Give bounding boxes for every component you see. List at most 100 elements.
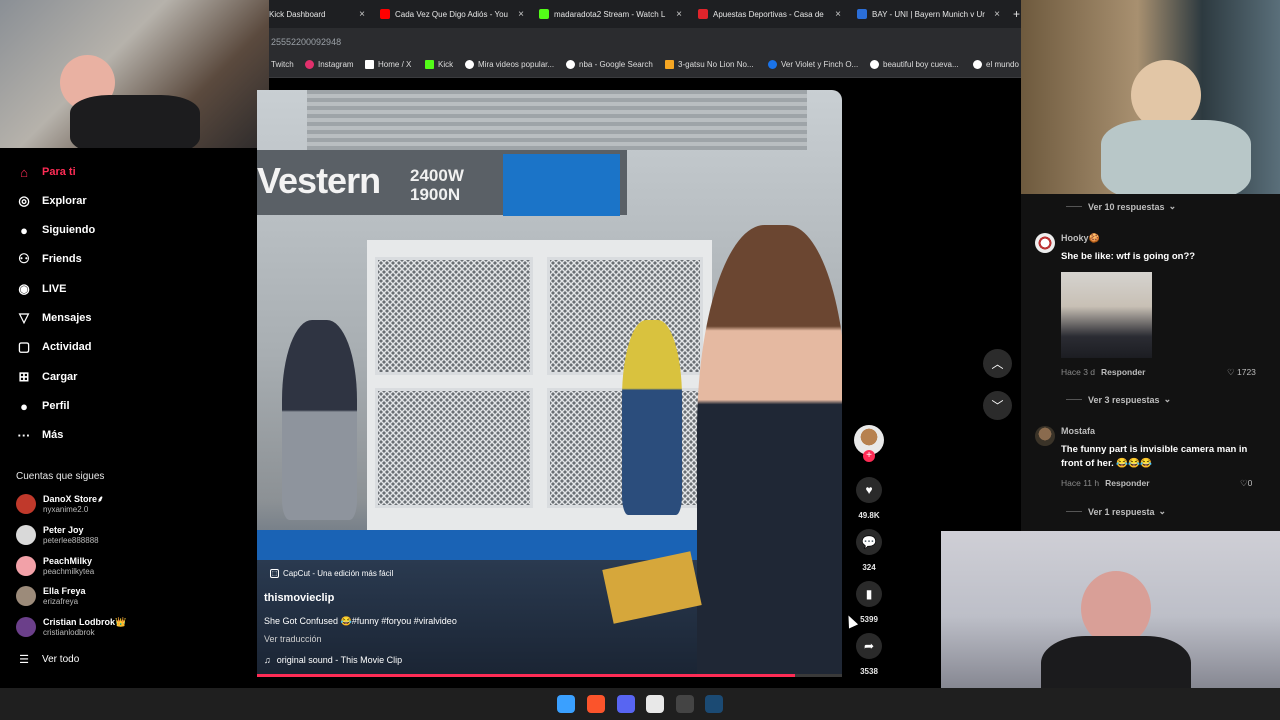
new-tab-button[interactable]: + (1013, 0, 1023, 28)
reply-button[interactable]: Responder (1101, 367, 1145, 377)
following-account[interactable]: DanoX Store⸙ nyxanime2.0 (16, 494, 104, 514)
tab-label: Cada Vez Que Digo Adiós - You (395, 9, 508, 19)
sidebar-item-más[interactable]: ··· Más (15, 426, 64, 444)
x-logo-icon (365, 60, 374, 69)
tiktok-icon (465, 60, 474, 69)
bookmark-x[interactable]: Home / X (365, 60, 411, 69)
chevron-down-icon: ⌄ (1163, 394, 1172, 404)
pig-mask-figure (1081, 571, 1151, 646)
chrome-icon[interactable] (646, 695, 664, 713)
share-button[interactable]: ➦ (856, 633, 882, 659)
bookmark-violet-finch[interactable]: Ver Violet y Finch O... (768, 60, 858, 69)
address-bar[interactable]: 25552200092948 (269, 28, 1021, 56)
chevron-down-icon: ⌄ (1168, 201, 1177, 211)
streamer-body (1101, 120, 1251, 194)
sidebar-item-siguiendo[interactable]: ● Siguiendo (15, 221, 95, 239)
next-video-button[interactable]: ﹀ (983, 391, 1012, 420)
video-description: She Got Confused 😂#funny #foryou #viralv… (264, 616, 457, 626)
video-progress-bar[interactable] (257, 674, 842, 677)
like-button[interactable]: ♥ (856, 477, 882, 503)
browser-tab[interactable]: Cada Vez Que Digo Adiós - You × (380, 0, 524, 28)
capcut-badge[interactable]: ⬚ CapCut - Una edición más fácil (270, 569, 393, 578)
bookmark-kick[interactable]: Kick (425, 60, 453, 69)
avatar (16, 617, 36, 637)
sidebar-item-cargar[interactable]: ⊞ Cargar (15, 368, 78, 386)
share-count: 3538 (860, 667, 878, 676)
follow-plus-button[interactable]: + (863, 450, 875, 462)
bookmark-tiktok[interactable]: Mira videos popular... (465, 60, 554, 69)
comment-button[interactable]: 💬 (856, 529, 882, 555)
following-account[interactable]: Ella Freya erizafreya (16, 586, 86, 606)
sidebar-item-para-ti[interactable]: ⌂ Para ti (15, 163, 76, 181)
close-icon[interactable]: × (994, 9, 1000, 20)
tab-label: madaradota2 Stream - Watch L (554, 9, 666, 19)
brave-icon[interactable] (587, 695, 605, 713)
bookmark-el-mundo[interactable]: el mundo (973, 60, 1019, 69)
steam-icon[interactable] (705, 695, 723, 713)
sidebar-item-mensajes[interactable]: ▽ Mensajes (15, 309, 92, 327)
comment-like-button[interactable]: ♡0 (1240, 478, 1252, 489)
discord-icon[interactable] (617, 695, 635, 713)
sound-link[interactable]: ♫ original sound - This Movie Clip (264, 655, 402, 665)
heart-icon: ♥ (865, 483, 873, 497)
bookmark-3-gatsu[interactable]: 3-gatsu No Lion No... (665, 60, 754, 69)
comment-username[interactable]: Hooky🍪 (1061, 233, 1100, 244)
following-account[interactable]: Cristian Lodbrok👑 cristianlodbrok (16, 617, 126, 637)
translate-link[interactable]: Ver traducción (264, 634, 322, 644)
windows-taskbar (0, 688, 1280, 720)
grate-panel (375, 257, 533, 375)
sidebar-item-friends[interactable]: ⚇ Friends (15, 250, 82, 268)
avatar (16, 525, 36, 545)
live-icon: ◉ (18, 281, 30, 296)
site-icon (857, 9, 867, 19)
obs-icon[interactable] (676, 695, 694, 713)
windows-start-icon[interactable] (557, 695, 575, 713)
view-replies-button[interactable]: Ver 3 respuestas ⌄ (1066, 394, 1171, 405)
browser-tab[interactable]: Apuestas Deportivas - Casa de × (698, 0, 841, 28)
close-icon[interactable]: × (835, 9, 841, 20)
google-icon (973, 60, 982, 69)
tab-label: BAY - UNI | Bayern Munich v Ur (872, 9, 985, 19)
sidebar-item-label: Mensajes (42, 312, 92, 324)
comment-image[interactable] (1061, 272, 1152, 358)
close-icon[interactable]: × (518, 9, 524, 20)
comment-username[interactable]: Mostafa (1061, 426, 1095, 436)
save-button[interactable]: ▮ (856, 581, 882, 607)
sidebar-item-perfil[interactable]: ● Perfil (15, 397, 69, 415)
video-author[interactable]: thismovieclip (264, 592, 334, 604)
view-replies-button[interactable]: Ver 1 respuesta ⌄ (1066, 506, 1166, 517)
heart-outline-icon: ♡ (1227, 367, 1235, 377)
account-handle: erizafreya (43, 597, 79, 606)
sidebar-item-label: Cargar (42, 371, 78, 383)
sidebar-item-label: Explorar (42, 195, 87, 207)
reply-button[interactable]: Responder (1105, 478, 1149, 488)
sidebar-item-label: LIVE (42, 283, 67, 295)
station-sign-numbers: 2400W 1900N (410, 166, 464, 204)
sidebar-item-actividad[interactable]: ▢ Actividad (15, 338, 92, 356)
see-all-button[interactable]: ☰ Ver todo (15, 650, 79, 668)
browser-tab[interactable]: BAY - UNI | Bayern Munich v Ur × (857, 0, 1000, 28)
bookmark-nba-search[interactable]: nba - Google Search (566, 60, 653, 69)
bookmark-beautiful-boy[interactable]: beautiful boy cueva... (870, 60, 959, 69)
close-icon[interactable]: × (676, 9, 682, 20)
close-icon[interactable]: × (359, 9, 365, 20)
kick-icon (425, 60, 434, 69)
video-player[interactable]: Vestern 2400W 1900N (257, 90, 842, 677)
comment-like-button[interactable]: ♡ 1723 (1227, 367, 1256, 378)
like-count: 49.8K (858, 511, 880, 520)
sidebar-item-live[interactable]: ◉ LIVE (15, 280, 66, 298)
previous-video-button[interactable]: ︿ (983, 349, 1012, 378)
following-account[interactable]: Peter Joy peterlee888888 (16, 525, 99, 545)
comment-avatar[interactable] (1035, 233, 1055, 253)
google-icon (870, 60, 879, 69)
sidebar-item-explorar[interactable]: ◎ Explorar (15, 192, 87, 210)
browser-tab[interactable]: madaradota2 Stream - Watch L × (539, 0, 682, 28)
bookmark-twitch[interactable]: Twitch (271, 60, 294, 69)
upload-icon: ⊞ (18, 369, 30, 384)
comment-meta: Hace 3 d Responder (1061, 367, 1146, 377)
browser-tab[interactable]: Kick Dashboard × (269, 0, 365, 28)
following-account[interactable]: PeachMilky peachmilkytea (16, 556, 94, 576)
view-replies-button[interactable]: Ver 10 respuestas ⌄ (1066, 201, 1176, 212)
comment-avatar[interactable] (1035, 426, 1055, 446)
bookmark-instagram[interactable]: Instagram (305, 60, 354, 69)
